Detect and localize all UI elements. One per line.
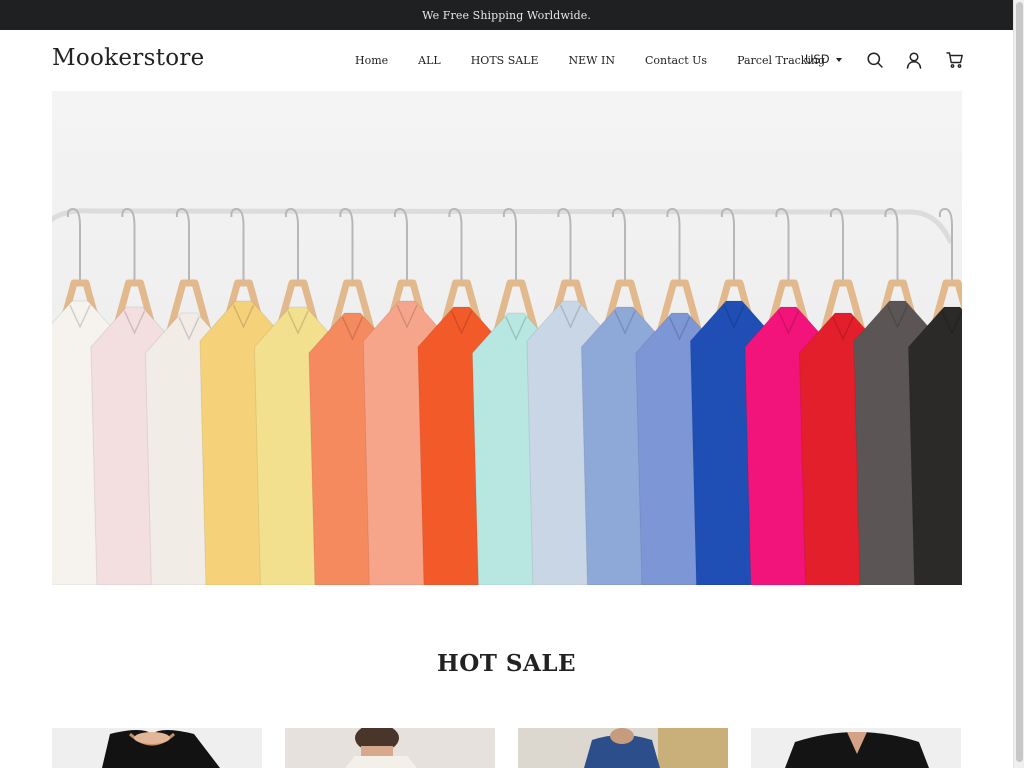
currency-selector[interactable]: USD [805,52,842,66]
main-nav: Home ALL HOTS SALE NEW IN Contact Us Par… [340,30,840,91]
hero-garment [907,306,962,585]
product-image [751,728,961,768]
product-card[interactable] [52,728,262,768]
nav-all[interactable]: ALL [403,54,456,67]
brand-logo[interactable]: Mookerstore [52,45,205,71]
hero-banner[interactable] [52,91,962,585]
nav-contact-us[interactable]: Contact Us [630,54,722,67]
product-card[interactable] [518,728,728,768]
currency-label: USD [805,52,830,66]
hero-clothing-rack-image [52,91,962,585]
announcement-bar: We Free Shipping Worldwide. [0,0,1013,30]
page-scrollbar[interactable] [1013,0,1024,768]
search-icon[interactable] [866,51,884,69]
nav-hots-sale[interactable]: HOTS SALE [456,54,554,67]
user-icon[interactable] [905,51,923,69]
chevron-down-icon [835,57,842,62]
product-image [52,728,262,768]
product-card[interactable] [751,728,961,768]
nav-home[interactable]: Home [340,54,403,67]
cart-icon[interactable] [946,51,964,69]
product-card[interactable] [285,728,495,768]
product-image [518,728,728,768]
scrollbar-thumb[interactable] [1016,2,1023,762]
nav-new-in[interactable]: NEW IN [554,54,630,67]
product-image [285,728,495,768]
announcement-text: We Free Shipping Worldwide. [422,8,591,22]
hot-sale-heading: HOT SALE [436,650,577,677]
site-header: Mookerstore Home ALL HOTS SALE NEW IN Co… [0,30,1013,91]
